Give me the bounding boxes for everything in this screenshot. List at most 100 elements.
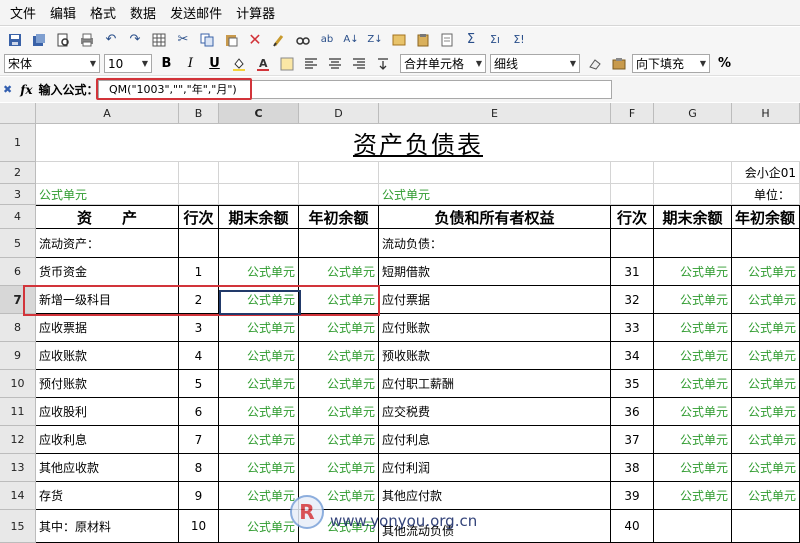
cell-d5[interactable]: [299, 229, 379, 258]
header-row-no[interactable]: 行次: [179, 205, 219, 229]
row-header-7[interactable]: 7: [0, 286, 36, 314]
column-header-e[interactable]: E: [379, 103, 611, 124]
row-header-12[interactable]: 12: [0, 426, 36, 454]
cell-d10[interactable]: 公式单元: [299, 370, 379, 398]
cell-b9[interactable]: 4: [179, 342, 219, 370]
print-icon[interactable]: [76, 30, 98, 50]
cell-e7[interactable]: 应付票据: [379, 286, 611, 314]
cell-d2[interactable]: [299, 162, 379, 184]
row-header-1[interactable]: 1: [0, 124, 36, 162]
cell-a6[interactable]: 货币资金: [36, 258, 179, 286]
cell-a14[interactable]: 存货: [36, 482, 179, 510]
row-header-2[interactable]: 2: [0, 162, 36, 184]
row-header-5[interactable]: 5: [0, 229, 36, 258]
cell-e2[interactable]: [379, 162, 611, 184]
cell-g13[interactable]: 公式单元: [654, 454, 732, 482]
cell-e3[interactable]: 公式单元: [379, 184, 611, 205]
cell-b14[interactable]: 9: [179, 482, 219, 510]
column-header-a[interactable]: A: [36, 103, 179, 124]
cell-d7[interactable]: 公式单元: [299, 286, 379, 314]
cell-h8[interactable]: 公式单元: [732, 314, 800, 342]
cell-b8[interactable]: 3: [179, 314, 219, 342]
cell-g2[interactable]: [654, 162, 732, 184]
header-liability[interactable]: 负债和所有者权益: [379, 205, 611, 229]
cell-e9[interactable]: 预收账款: [379, 342, 611, 370]
cell-a15[interactable]: 其中：原材料: [36, 510, 179, 543]
cell-g15[interactable]: [654, 510, 732, 543]
cell-a7[interactable]: 新增一级科目: [36, 286, 179, 314]
cell-g7[interactable]: 公式单元: [654, 286, 732, 314]
column-header-b[interactable]: B: [179, 103, 219, 124]
cell-a10[interactable]: 预付账款: [36, 370, 179, 398]
column-header-c[interactable]: C: [219, 103, 299, 124]
cell-c7[interactable]: 公式单元: [219, 286, 299, 314]
cell-f9[interactable]: 34: [611, 342, 654, 370]
sort-descending-icon[interactable]: Z↓: [364, 30, 386, 50]
column-header-d[interactable]: D: [299, 103, 379, 124]
sort-ascending-icon[interactable]: A↓: [340, 30, 362, 50]
delete-icon[interactable]: ✕: [244, 30, 266, 50]
cell-c13[interactable]: 公式单元: [219, 454, 299, 482]
sum-column-icon[interactable]: Σ!: [508, 30, 530, 50]
cell-a3[interactable]: 公式单元: [36, 184, 179, 205]
cell-h2[interactable]: 会小企01: [732, 162, 800, 184]
background-icon[interactable]: [276, 54, 297, 73]
cell-f13[interactable]: 38: [611, 454, 654, 482]
cell-f12[interactable]: 37: [611, 426, 654, 454]
header-start-balance-2[interactable]: 年初余额: [732, 205, 800, 229]
cell-g11[interactable]: 公式单元: [654, 398, 732, 426]
insert-icon[interactable]: [388, 30, 410, 50]
font-size-select[interactable]: 10 ▼: [104, 54, 152, 73]
cell-e10[interactable]: 应付职工薪酬: [379, 370, 611, 398]
cell-h6[interactable]: 公式单元: [732, 258, 800, 286]
cell-g8[interactable]: 公式单元: [654, 314, 732, 342]
cell-e12[interactable]: 应付利息: [379, 426, 611, 454]
document-icon[interactable]: [436, 30, 458, 50]
row-header-6[interactable]: 6: [0, 258, 36, 286]
cell-b11[interactable]: 6: [179, 398, 219, 426]
find-icon[interactable]: [292, 30, 314, 50]
cell-f2[interactable]: [611, 162, 654, 184]
cell-e6[interactable]: 短期借款: [379, 258, 611, 286]
cell-g9[interactable]: 公式单元: [654, 342, 732, 370]
cell-g12[interactable]: 公式单元: [654, 426, 732, 454]
percent-button[interactable]: %: [714, 54, 735, 73]
cell-f10[interactable]: 35: [611, 370, 654, 398]
cell-a9[interactable]: 应收账款: [36, 342, 179, 370]
cell-b10[interactable]: 5: [179, 370, 219, 398]
font-family-select[interactable]: 宋体 ▼: [4, 54, 100, 73]
grid-icon[interactable]: [148, 30, 170, 50]
cell-c6[interactable]: 公式单元: [219, 258, 299, 286]
cell-c12[interactable]: 公式单元: [219, 426, 299, 454]
row-header-8[interactable]: 8: [0, 314, 36, 342]
cell-h13[interactable]: 公式单元: [732, 454, 800, 482]
cell-d6[interactable]: 公式单元: [299, 258, 379, 286]
menu-data[interactable]: 数据: [130, 3, 156, 22]
function-icon[interactable]: fx: [20, 83, 32, 97]
cancel-formula-icon[interactable]: ✖: [3, 83, 12, 96]
menu-send-mail[interactable]: 发送邮件: [170, 3, 222, 22]
redo-icon[interactable]: ↷: [124, 30, 146, 50]
fill-down-select[interactable]: 向下填充 ▼: [632, 54, 710, 73]
header-asset[interactable]: 资 产: [36, 205, 179, 229]
cell-c10[interactable]: 公式单元: [219, 370, 299, 398]
cell-f14[interactable]: 39: [611, 482, 654, 510]
row-header-9[interactable]: 9: [0, 342, 36, 370]
properties-icon[interactable]: [608, 54, 629, 73]
sheet-title-cell[interactable]: 资产负债表: [36, 124, 800, 162]
menu-file[interactable]: 文件: [10, 3, 36, 22]
cell-h5[interactable]: [732, 229, 800, 258]
cell-h12[interactable]: 公式单元: [732, 426, 800, 454]
font-color-icon[interactable]: A: [252, 54, 273, 73]
cell-b15[interactable]: 10: [179, 510, 219, 543]
cell-c11[interactable]: 公式单元: [219, 398, 299, 426]
print-preview-icon[interactable]: [52, 30, 74, 50]
cell-h14[interactable]: 公式单元: [732, 482, 800, 510]
column-header-h[interactable]: H: [732, 103, 800, 124]
formula-input[interactable]: QM("1003","","年","月"): [98, 80, 612, 99]
cell-g10[interactable]: 公式单元: [654, 370, 732, 398]
cell-b7[interactable]: 2: [179, 286, 219, 314]
row-header-10[interactable]: 10: [0, 370, 36, 398]
sum-row-icon[interactable]: Σı: [484, 30, 506, 50]
cell-b13[interactable]: 8: [179, 454, 219, 482]
